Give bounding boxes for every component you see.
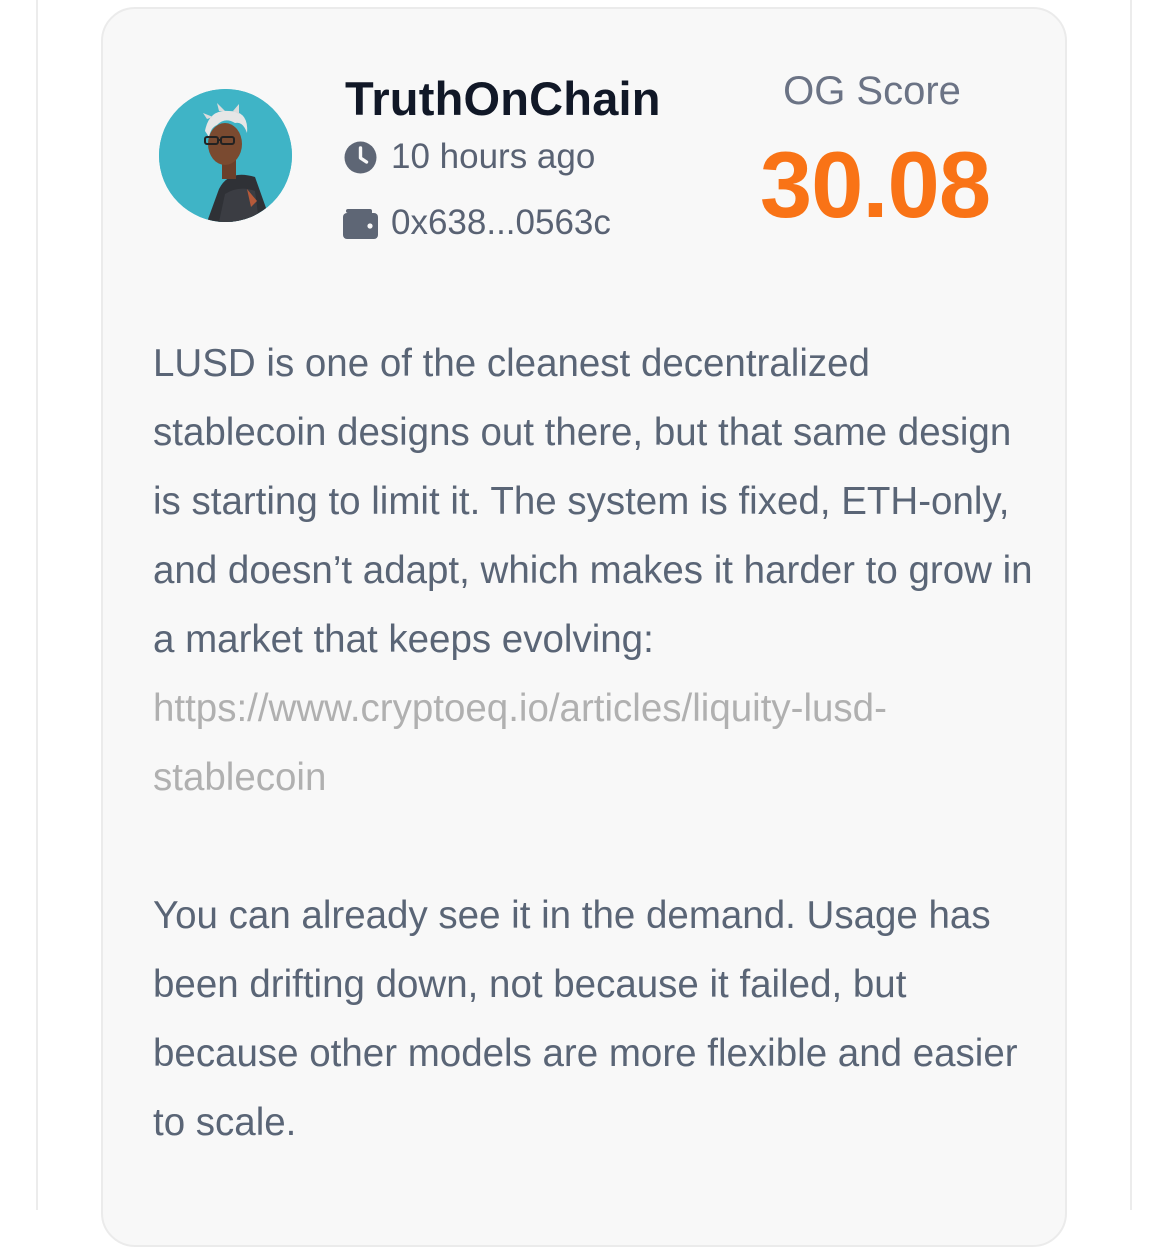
post-time-text: 10 hours ago [391,137,596,176]
og-score-value: 30.08 [759,132,991,237]
og-score-label: OG Score [783,69,961,113]
clock-icon [343,140,378,175]
wallet-address: 0x638...0563c [343,203,611,243]
wallet-address-text[interactable]: 0x638...0563c [391,203,611,243]
wallet-icon [343,206,378,241]
post-time: 10 hours ago [343,137,595,177]
post-card: TruthOnChain 10 hours ago 0x638...0563c … [101,7,1067,1247]
article-link[interactable]: https://www.cryptoeq.io/articles/liquity… [153,674,1033,812]
post-body: LUSD is one of the cleanest decentralize… [153,329,1033,1157]
post-paragraph: You can already see it in the demand. Us… [153,894,1018,1144]
avatar[interactable] [159,89,292,222]
post-paragraph: LUSD is one of the cleanest decentralize… [153,342,1033,661]
page-frame-right [1130,0,1132,1210]
username[interactable]: TruthOnChain [345,71,661,126]
page-frame-left [36,0,38,1210]
avatar-illustration [159,89,292,222]
